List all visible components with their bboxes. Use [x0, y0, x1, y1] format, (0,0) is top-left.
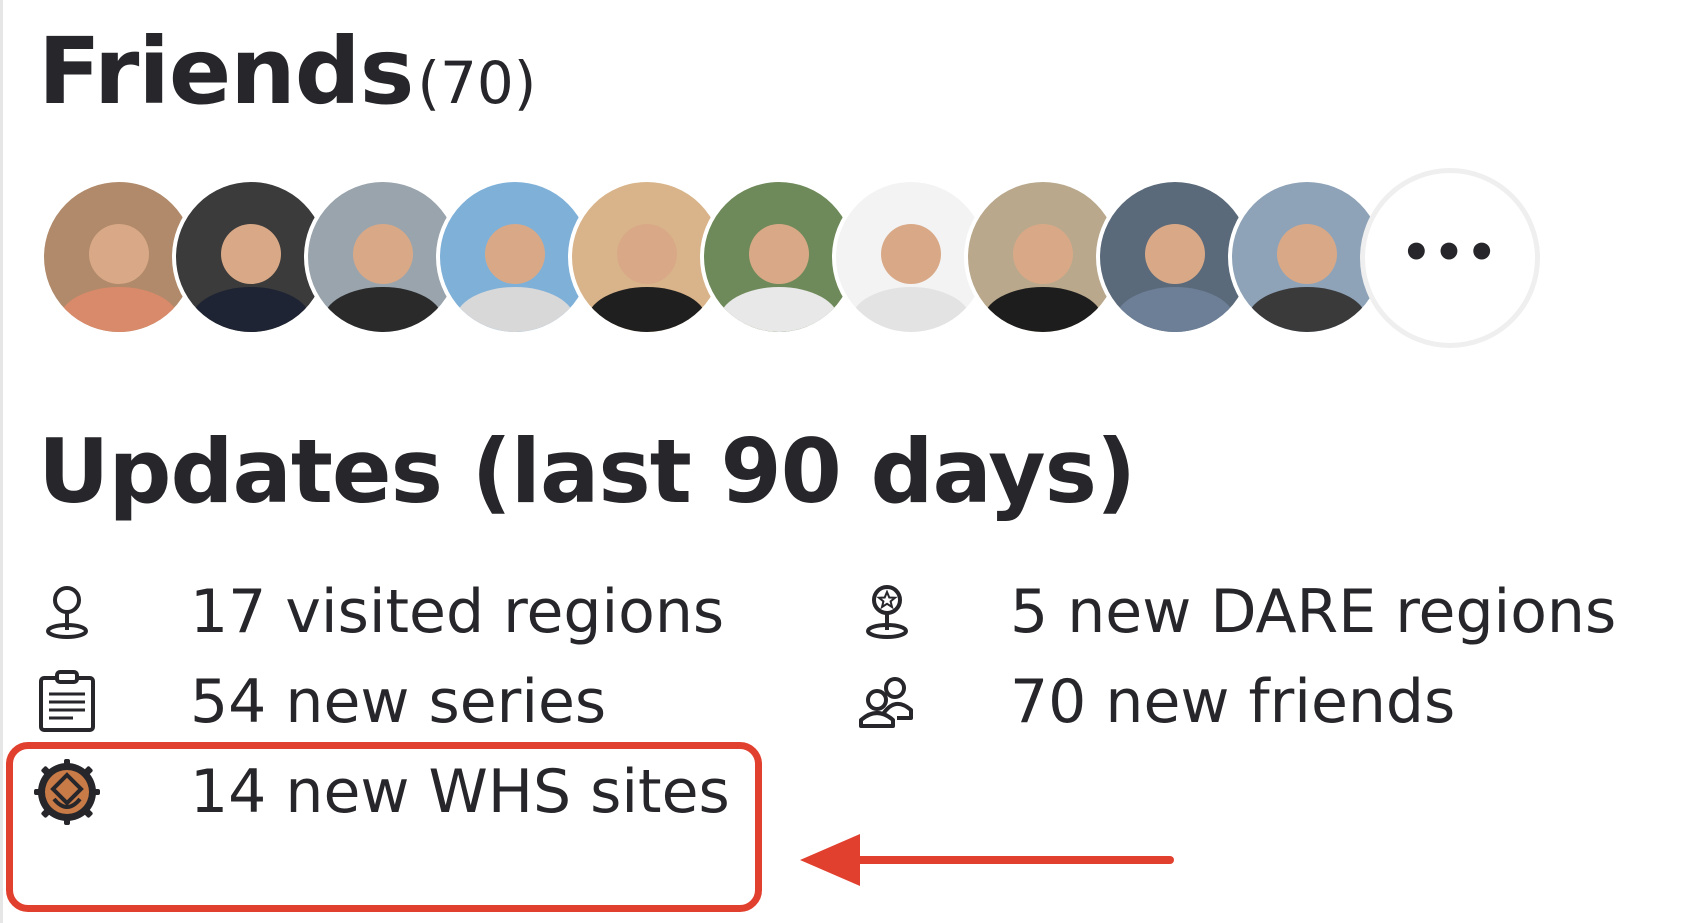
avatar-torso — [587, 287, 707, 332]
avatar-torso — [191, 287, 311, 332]
avatar-head — [617, 224, 677, 284]
users-icon — [852, 667, 922, 737]
avatar-torso — [851, 287, 971, 332]
stat-new-friends[interactable]: 70 new friends — [852, 662, 1455, 742]
clipboard-list-icon — [32, 667, 102, 737]
panel-left-border — [0, 0, 3, 923]
dare-regions-label: 5 new DARE regions — [1010, 577, 1617, 647]
avatar-torso — [455, 287, 575, 332]
avatar-torso — [1115, 287, 1235, 332]
friends-count[interactable]: (70) — [417, 49, 536, 117]
stat-dare-regions[interactable]: 5 new DARE regions — [852, 572, 1616, 652]
avatar-head — [485, 224, 545, 284]
avatar-head — [1013, 224, 1073, 284]
avatar-head — [221, 224, 281, 284]
friends-avatar-row: ••• — [40, 168, 1660, 348]
avatar-torso — [1247, 287, 1367, 332]
highlight-box — [6, 742, 762, 912]
avatar-head — [353, 224, 413, 284]
highlight-arrow-icon — [800, 834, 1174, 886]
avatar-torso — [983, 287, 1103, 332]
friends-heading: Friends (70) — [38, 18, 536, 125]
friends-title: Friends — [38, 18, 414, 125]
map-pin-icon — [32, 577, 102, 647]
stat-new-series[interactable]: 54 new series — [32, 662, 606, 742]
visited-regions-label: 17 visited regions — [190, 577, 725, 647]
avatar-head — [749, 224, 809, 284]
avatar-head — [1277, 224, 1337, 284]
avatar-torso — [323, 287, 443, 332]
avatar-head — [881, 224, 941, 284]
more-dots-icon: ••• — [1400, 225, 1500, 281]
more-friends-button[interactable]: ••• — [1360, 168, 1540, 348]
map-pin-star-icon — [852, 577, 922, 647]
avatar-head — [89, 224, 149, 284]
new-series-label: 54 new series — [190, 667, 607, 737]
avatar-torso — [59, 287, 179, 332]
updates-heading: Updates (last 90 days) — [38, 420, 1136, 523]
avatar-head — [1145, 224, 1205, 284]
avatar-torso — [719, 287, 839, 332]
stat-visited-regions[interactable]: 17 visited regions — [32, 572, 724, 652]
new-friends-label: 70 new friends — [1010, 667, 1456, 737]
